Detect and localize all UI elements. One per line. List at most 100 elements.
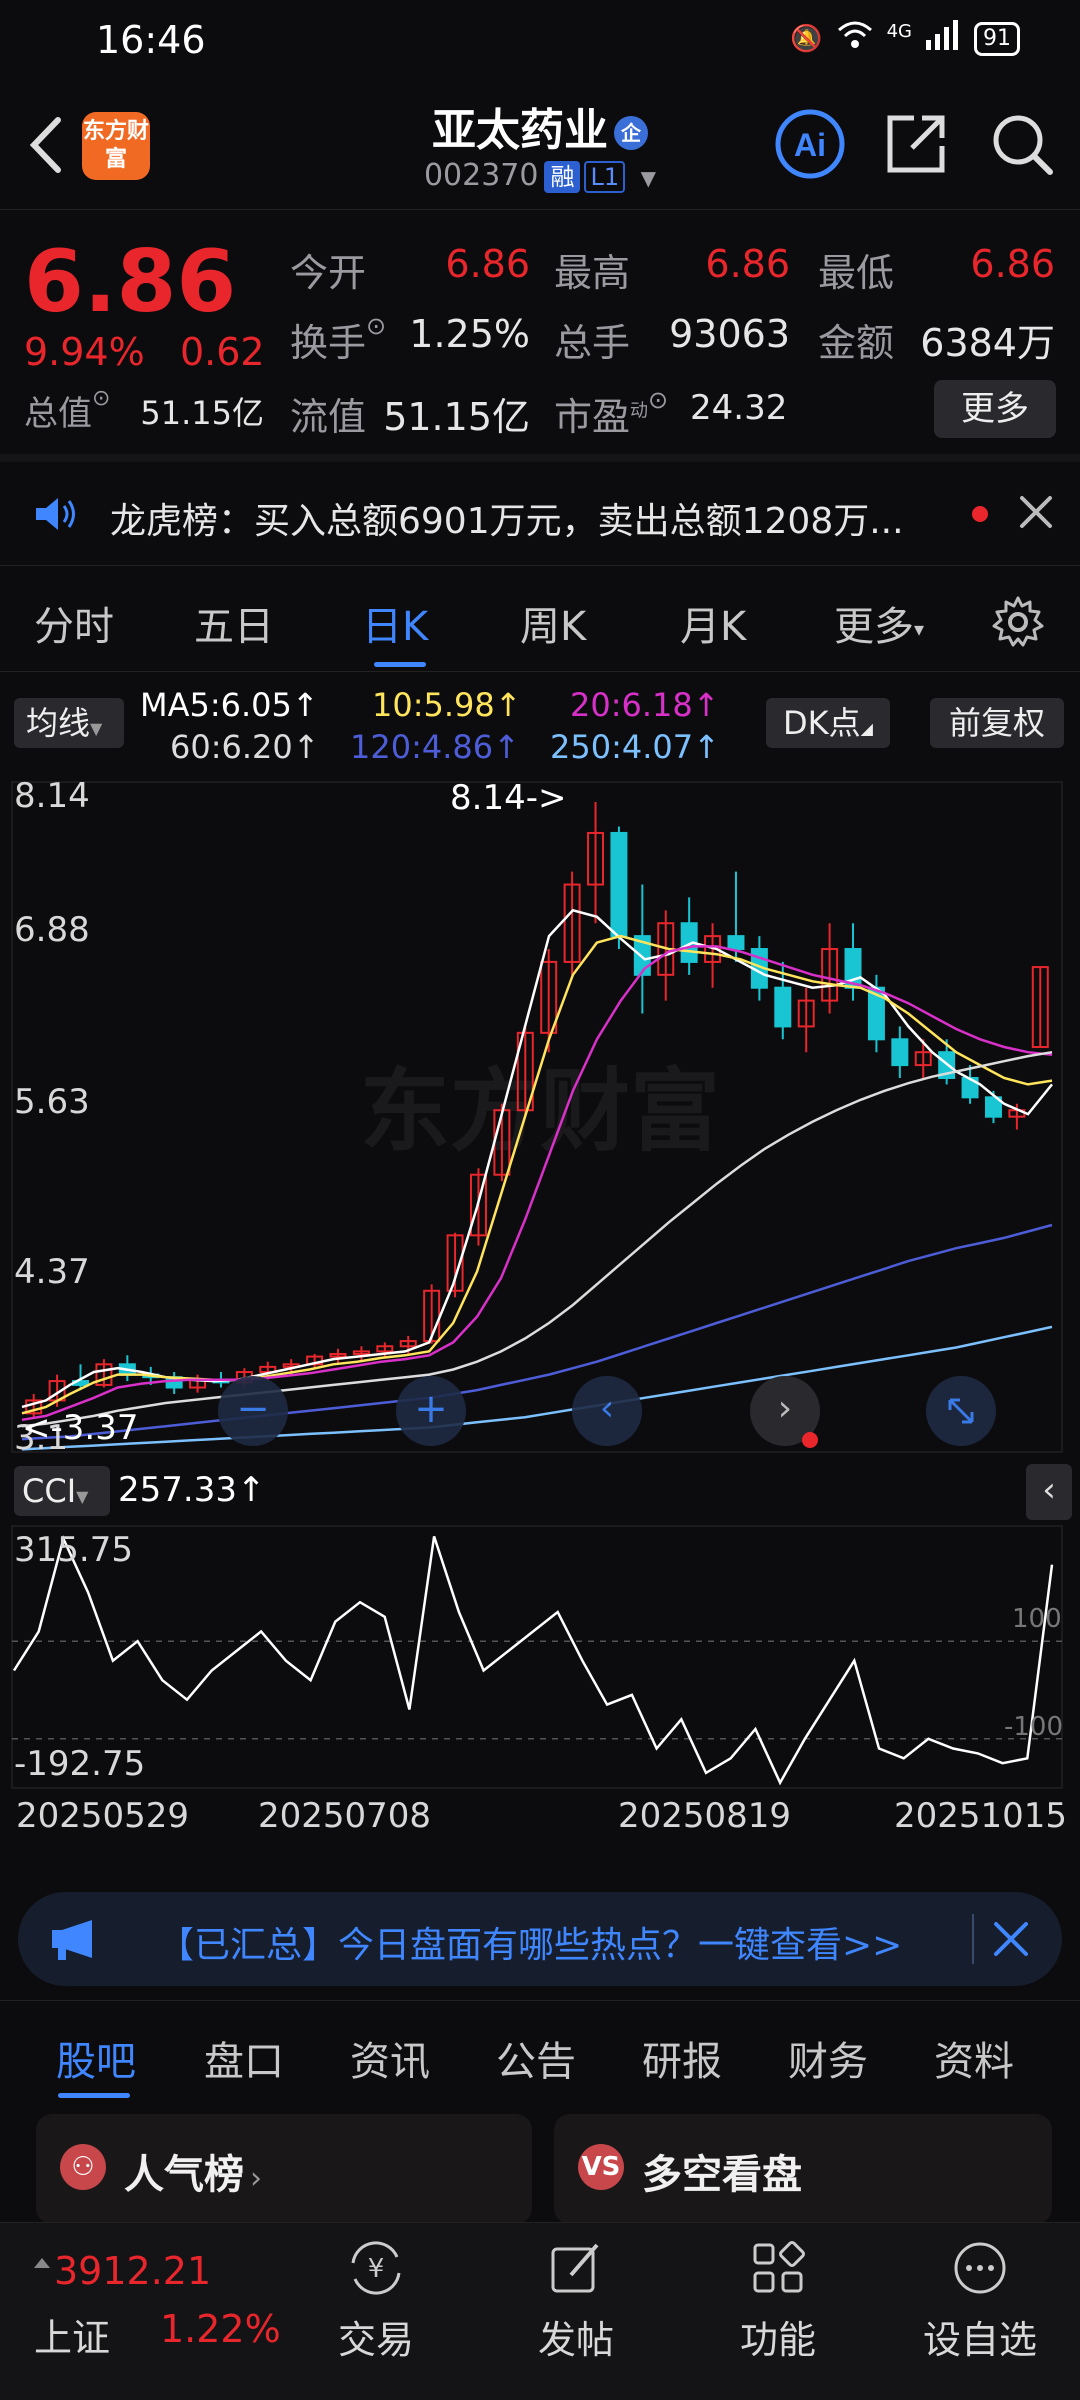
ma5-legend: MA5:6.05↑ xyxy=(140,686,319,724)
popularity-icon: ⚇ xyxy=(60,2144,106,2190)
adjust-mode-button[interactable]: 前复权 xyxy=(930,698,1064,748)
close-icon[interactable] xyxy=(1014,490,1058,538)
settings-gear-icon[interactable] xyxy=(990,594,1046,654)
popularity-label-text: 人气榜 xyxy=(124,2152,244,2198)
nav-post-label: 发帖 xyxy=(537,2318,614,2362)
share-icon[interactable] xyxy=(878,106,954,182)
open-value: 6.86 xyxy=(445,242,530,286)
collapse-indicator-button[interactable]: ‹ xyxy=(1026,1464,1072,1520)
cci-line xyxy=(12,1535,1054,1786)
index-value: 3912.21 xyxy=(54,2249,212,2293)
dragon-tiger-notice[interactable]: 龙虎榜：买入总额6901万元，卖出总额1208万... xyxy=(0,462,1080,566)
tab-weekly-k[interactable]: 周K xyxy=(520,594,586,652)
bottom-navigation: 3912.21 上证 1.22% ¥ 交易 发帖 功能 设自选 xyxy=(0,2222,1080,2400)
new-data-dot xyxy=(802,1432,818,1448)
caret-down-icon: ▾ xyxy=(914,617,925,641)
info-icon[interactable]: ⊙ xyxy=(648,386,668,414)
signal-icon xyxy=(926,20,960,57)
zoom-in-button[interactable]: + xyxy=(396,1376,466,1446)
mute-icon: 🔕 xyxy=(790,23,823,54)
tab-intraday[interactable]: 分时 xyxy=(34,594,114,652)
edit-icon xyxy=(541,2233,611,2303)
candle-body xyxy=(774,986,792,1028)
dk-point-button[interactable]: DK点◢ xyxy=(766,698,890,748)
caret-down-icon: ▼ xyxy=(76,1487,89,1506)
cci-button-label: CCI xyxy=(22,1472,77,1510)
tab-research[interactable]: 研报 xyxy=(642,2029,722,2087)
close-icon[interactable] xyxy=(990,1918,1032,1964)
x-date-3: 20250819 xyxy=(618,1796,792,1836)
tab-announcements[interactable]: 公告 xyxy=(496,2029,576,2087)
cci-top-label: 315.75 xyxy=(14,1530,133,1570)
high-value: 6.86 xyxy=(705,242,790,286)
nav-functions[interactable]: 功能 xyxy=(698,2233,858,2364)
cci-value: 257.33↑ xyxy=(118,1470,266,1510)
ma-button[interactable]: 均线▼ xyxy=(14,698,124,748)
cci-chart[interactable] xyxy=(0,1522,1080,1792)
mktcap-value: 51.15亿 xyxy=(140,394,264,432)
tab-news[interactable]: 资讯 xyxy=(350,2029,430,2087)
ma-line-ma20 xyxy=(21,945,1053,1422)
dk-button-label: DK点 xyxy=(783,704,861,742)
tab-profile[interactable]: 资料 xyxy=(934,2029,1014,2087)
active-tab-indicator xyxy=(58,2093,130,2098)
status-bar: 16:46 🔕 4G 91 xyxy=(0,0,1080,80)
tab-financials[interactable]: 财务 xyxy=(788,2029,868,2087)
chevron-right-icon: › xyxy=(250,2161,262,2196)
turnover-label: 换手⊙ xyxy=(290,312,386,367)
candlestick-chart[interactable]: 东方财富 xyxy=(0,772,1080,1462)
ma250-legend: 250:4.07↑ xyxy=(550,728,720,766)
more-button[interactable]: 更多 xyxy=(934,380,1056,438)
chevron-down-icon: ▼ xyxy=(640,166,657,190)
caret-up-icon xyxy=(34,2253,50,2268)
nav-trade[interactable]: ¥ 交易 xyxy=(296,2233,456,2364)
turnover-value: 1.25% xyxy=(409,312,530,356)
zoom-out-button[interactable]: − xyxy=(218,1376,288,1446)
tab-monthly-k[interactable]: 月K xyxy=(680,594,746,652)
high-label: 最高 xyxy=(554,251,631,295)
notice-text: 龙虎榜：买入总额6901万元，卖出总额1208万... xyxy=(110,501,904,542)
info-icon[interactable]: ⊙ xyxy=(92,386,110,411)
popularity-label: 人气榜 › xyxy=(124,2142,262,2200)
tab-five-day[interactable]: 五日 xyxy=(194,594,274,652)
index-name[interactable]: 上证 xyxy=(34,2307,110,2362)
wifi-icon xyxy=(837,20,873,57)
fullscreen-icon[interactable] xyxy=(926,1376,996,1446)
popularity-card[interactable]: ⚇ 人气榜 › xyxy=(36,2114,532,2224)
info-icon[interactable]: ⊙ xyxy=(366,312,386,340)
grid-icon xyxy=(743,2233,813,2303)
nav-post[interactable]: 发帖 xyxy=(496,2233,656,2364)
pe-dynamic-mark: 动 xyxy=(630,400,649,422)
scroll-left-button[interactable]: ‹ xyxy=(572,1376,642,1446)
pe-label: 市盈动⊙ xyxy=(554,386,668,441)
ai-icon[interactable]: Ai xyxy=(772,106,848,182)
pe-label-text: 市盈 xyxy=(554,395,631,439)
min-price-marker: <-3.37 xyxy=(22,1408,139,1448)
kline-tabs: 分时 五日 日K 周K 月K 更多▾ xyxy=(0,568,1080,672)
bull-bear-card[interactable]: VS 多空看盘 xyxy=(554,2114,1052,2224)
float-value: 51.15亿 xyxy=(383,395,530,439)
tab-order-book[interactable]: 盘口 xyxy=(204,2029,284,2087)
mktcap-label: 总值⊙ xyxy=(24,386,110,435)
battery-icon: 91 xyxy=(974,21,1020,56)
versus-icon: VS xyxy=(578,2144,624,2190)
search-icon[interactable] xyxy=(984,106,1060,182)
banner-divider xyxy=(972,1914,974,1964)
level-tag: L1 xyxy=(584,161,626,193)
last-price: 6.86 xyxy=(24,232,237,332)
mktcap-label-text: 总值 xyxy=(24,394,92,434)
volume-label: 总手 xyxy=(554,321,631,365)
cci-button[interactable]: CCI▼ xyxy=(14,1466,110,1516)
cci-ref-high: 100 xyxy=(1012,1604,1062,1634)
kline-chart-panel: 均线▼ MA5:6.05↑ 10:5.98↑ 20:6.18↑ 60:6.20↑… xyxy=(0,672,1080,1872)
unread-dot xyxy=(972,506,988,522)
tab-guba[interactable]: 股吧 xyxy=(56,2029,136,2087)
nav-add-watchlist[interactable]: 设自选 xyxy=(900,2233,1060,2364)
corner-icon: ◢ xyxy=(860,719,873,738)
tab-daily-k[interactable]: 日K xyxy=(362,594,428,652)
tab-more-label: 更多 xyxy=(834,604,914,650)
tab-more[interactable]: 更多▾ xyxy=(834,594,924,652)
y-label-4: 4.37 xyxy=(14,1252,90,1292)
network-type: 4G xyxy=(886,21,912,42)
hotspot-banner[interactable]: 【已汇总】今日盘面有哪些热点？一键查看>> xyxy=(18,1892,1062,1986)
